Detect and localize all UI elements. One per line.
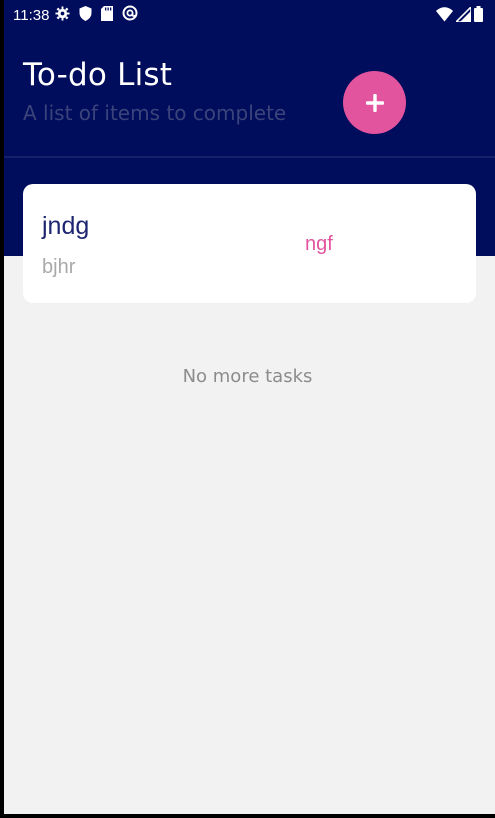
- status-bar: 11:38: [0, 0, 495, 30]
- status-time: 11:38: [13, 6, 50, 24]
- battery-icon: [474, 6, 483, 26]
- page-title: To-do List: [23, 57, 173, 93]
- task-tag: ngf: [305, 233, 333, 255]
- wifi-icon: [436, 6, 453, 26]
- task-description: bjhr: [42, 256, 76, 278]
- sd-card-icon: [101, 5, 114, 25]
- add-task-button[interactable]: [343, 71, 406, 134]
- task-title: jndg: [42, 212, 90, 240]
- plus-icon: [365, 93, 384, 112]
- empty-message: No more tasks: [182, 366, 313, 387]
- gear-icon: [55, 5, 70, 25]
- shield-icon: [79, 5, 92, 25]
- task-card[interactable]: jndg bjhr ngf: [23, 184, 476, 303]
- signal-icon: [454, 4, 472, 26]
- page-subtitle: A list of items to complete: [23, 101, 287, 125]
- screen-edge: [0, 0, 4, 818]
- screen-bottom-edge: [0, 814, 495, 818]
- at-sign-icon: [122, 5, 138, 25]
- header-divider: [0, 156, 495, 158]
